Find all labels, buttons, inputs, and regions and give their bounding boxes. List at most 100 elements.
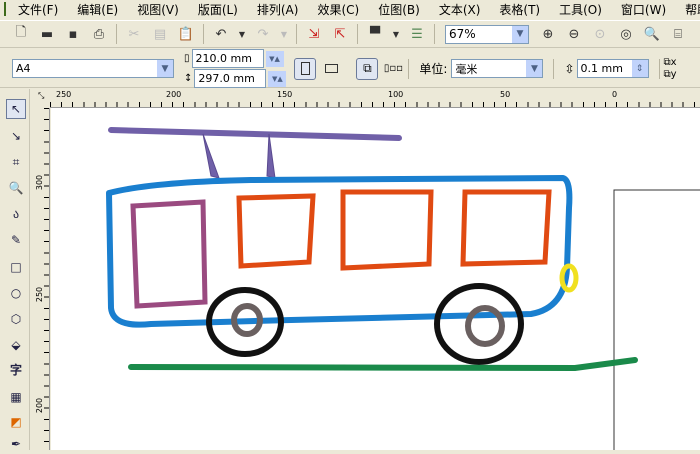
page-dimensions: ▯ 210.0 mm ▼▲ ↕ 297.0 mm ▼▲ xyxy=(184,49,287,88)
trolley-pole xyxy=(108,127,402,141)
menu-edit[interactable]: 编辑(E) xyxy=(77,1,118,18)
redo-icon[interactable]: ↷ xyxy=(254,25,272,43)
ruler-label: 0 xyxy=(612,90,618,99)
menu-file[interactable]: 文件(F) xyxy=(18,1,58,18)
nudge-value: 0.1 mm xyxy=(580,62,623,75)
page-width-value: 210.0 mm xyxy=(195,52,252,65)
options-icon[interactable]: ☰ xyxy=(408,25,426,43)
separator xyxy=(203,24,204,44)
current-page-button[interactable]: ▯▫▫ xyxy=(382,58,404,80)
table-tool-icon[interactable]: ▦ xyxy=(6,387,26,407)
unit-select[interactable]: 毫米 ▼ xyxy=(451,59,544,78)
width-icon: ▯ xyxy=(184,53,190,64)
ruler-label: 50 xyxy=(500,90,511,99)
drawing-canvas[interactable] xyxy=(51,108,700,454)
text-tool[interactable]: 字 xyxy=(6,359,26,379)
cut-icon[interactable]: ✂ xyxy=(125,25,143,43)
ellipse-tool-icon[interactable]: ○ xyxy=(6,283,26,303)
pick-tool-icon[interactable]: ↖ xyxy=(6,99,26,119)
crop-tool-icon[interactable]: ⌗ xyxy=(6,152,26,172)
nudge-distance-input[interactable]: 0.1 mm ⇕ xyxy=(576,59,649,78)
page-border xyxy=(613,189,700,454)
polygon-tool-icon[interactable]: ⬡ xyxy=(6,309,26,329)
save-icon[interactable]: ▪ xyxy=(64,25,82,43)
menu-tools[interactable]: 工具(O) xyxy=(559,1,602,18)
zoom-page-icon[interactable]: 🔍 xyxy=(643,25,661,43)
nudge-icon: ⇳ xyxy=(564,61,575,76)
chevron-down-icon[interactable]: ▼ xyxy=(526,60,543,77)
horizontal-ruler[interactable]: ⤡ 250 200 150 100 50 0 xyxy=(38,89,700,108)
duplicate-distance-icon[interactable]: ⧉x ⧉y xyxy=(664,57,677,81)
ruler-label: 250 xyxy=(35,286,45,303)
menu-layout[interactable]: 版面(L) xyxy=(198,1,238,18)
basic-shapes-tool-icon[interactable]: ⬙ xyxy=(6,335,26,355)
page-height-input[interactable]: 297.0 mm xyxy=(194,69,267,88)
separator xyxy=(116,24,117,44)
zoom-all-icon[interactable]: ◎ xyxy=(617,25,635,43)
freehand-tool-icon[interactable]: ა xyxy=(6,204,26,224)
undo-icon[interactable]: ↶ xyxy=(212,25,230,43)
ruler-origin-icon[interactable]: ⤡ xyxy=(38,91,44,101)
interactive-fill-icon[interactable]: ◩ xyxy=(6,412,26,432)
paper-type-select[interactable]: A4 ▼ xyxy=(12,59,174,78)
chevron-down-icon[interactable]: ▼ xyxy=(512,25,528,43)
zoom-out-icon[interactable]: ⊖ xyxy=(565,25,583,43)
redo-dropdown-icon[interactable]: ▼ xyxy=(280,25,288,43)
height-spinner[interactable]: ▼▲ xyxy=(268,70,287,87)
menu-window[interactable]: 窗口(W) xyxy=(621,1,666,18)
separator xyxy=(658,58,660,79)
bus-window xyxy=(340,189,434,271)
toolbox: ↖ ↘ ⌗ 🔍 ა ✎ □ ○ ⬡ ⬙ 字 ▦ ◩ ✒ xyxy=(0,89,30,451)
eyedropper-tool-icon[interactable]: ✒ xyxy=(6,434,26,454)
separator xyxy=(296,24,297,44)
application-launcher-icon[interactable]: ▀ xyxy=(366,25,384,43)
separator xyxy=(408,58,410,79)
undo-dropdown-icon[interactable]: ▼ xyxy=(238,25,246,43)
width-spinner[interactable]: ▼▲ xyxy=(265,50,284,67)
launcher-dropdown-icon[interactable]: ▼ xyxy=(392,25,400,43)
shape-tool-icon[interactable]: ↘ xyxy=(6,126,26,146)
zoom-value: 67% xyxy=(449,27,476,41)
bus-window xyxy=(460,189,552,267)
ruler-label: 300 xyxy=(35,174,45,191)
road-line xyxy=(128,357,638,372)
menu-text[interactable]: 文本(X) xyxy=(439,1,481,18)
bus-drawing[interactable] xyxy=(51,108,700,454)
print-icon[interactable]: ⎙ xyxy=(90,25,108,43)
new-icon[interactable]: 🗋 xyxy=(12,25,30,43)
ruler-label: 250 xyxy=(56,90,72,99)
chevron-down-icon[interactable]: ▼ xyxy=(157,60,173,77)
nudge-spinner[interactable]: ⇕ xyxy=(631,60,648,77)
smart-fill-tool-icon[interactable]: ✎ xyxy=(6,230,26,250)
zoom-selected-icon[interactable]: ⊙ xyxy=(591,25,609,43)
rectangle-tool-icon[interactable]: □ xyxy=(6,257,26,277)
zoom-width-icon[interactable]: ⌸ xyxy=(669,25,687,43)
paste-icon[interactable]: 📋 xyxy=(177,25,195,43)
menu-view[interactable]: 视图(V) xyxy=(137,1,179,18)
unit-label: 单位: xyxy=(419,62,448,76)
import-icon[interactable]: ⇲ xyxy=(305,25,323,43)
ruler-label: 150 xyxy=(277,90,293,99)
zoom-level-select[interactable]: 67% ▼ xyxy=(445,24,529,44)
property-bar: A4 ▼ ▯ 210.0 mm ▼▲ ↕ 297.0 mm ▼▲ ⧉ ▯▫▫ 单位: 毫米… xyxy=(0,49,700,88)
separator xyxy=(553,58,555,79)
menu-bitmaps[interactable]: 位图(B) xyxy=(378,1,420,18)
zoom-in-icon[interactable]: ⊕ xyxy=(539,25,557,43)
page-width-input[interactable]: 210.0 mm xyxy=(191,49,264,68)
menu-help[interactable]: 帮助(H) xyxy=(685,1,700,18)
menu-effects[interactable]: 效果(C) xyxy=(317,1,359,18)
all-pages-button[interactable]: ⧉ xyxy=(356,57,379,80)
app-logo-icon xyxy=(4,2,6,16)
bus-window xyxy=(236,193,316,269)
copy-icon[interactable]: ▤ xyxy=(151,25,169,43)
vertical-ruler[interactable]: 300 250 200 xyxy=(30,108,50,450)
separator xyxy=(357,24,358,44)
landscape-button[interactable] xyxy=(320,58,342,80)
zoom-tool-icon[interactable]: 🔍 xyxy=(6,178,26,198)
menu-table[interactable]: 表格(T) xyxy=(499,1,540,18)
portrait-button[interactable] xyxy=(294,57,317,80)
open-icon[interactable]: ▬ xyxy=(38,25,56,43)
export-icon[interactable]: ⇱ xyxy=(331,25,349,43)
paper-type-value: A4 xyxy=(16,62,31,75)
menu-arrange[interactable]: 排列(A) xyxy=(257,1,299,18)
